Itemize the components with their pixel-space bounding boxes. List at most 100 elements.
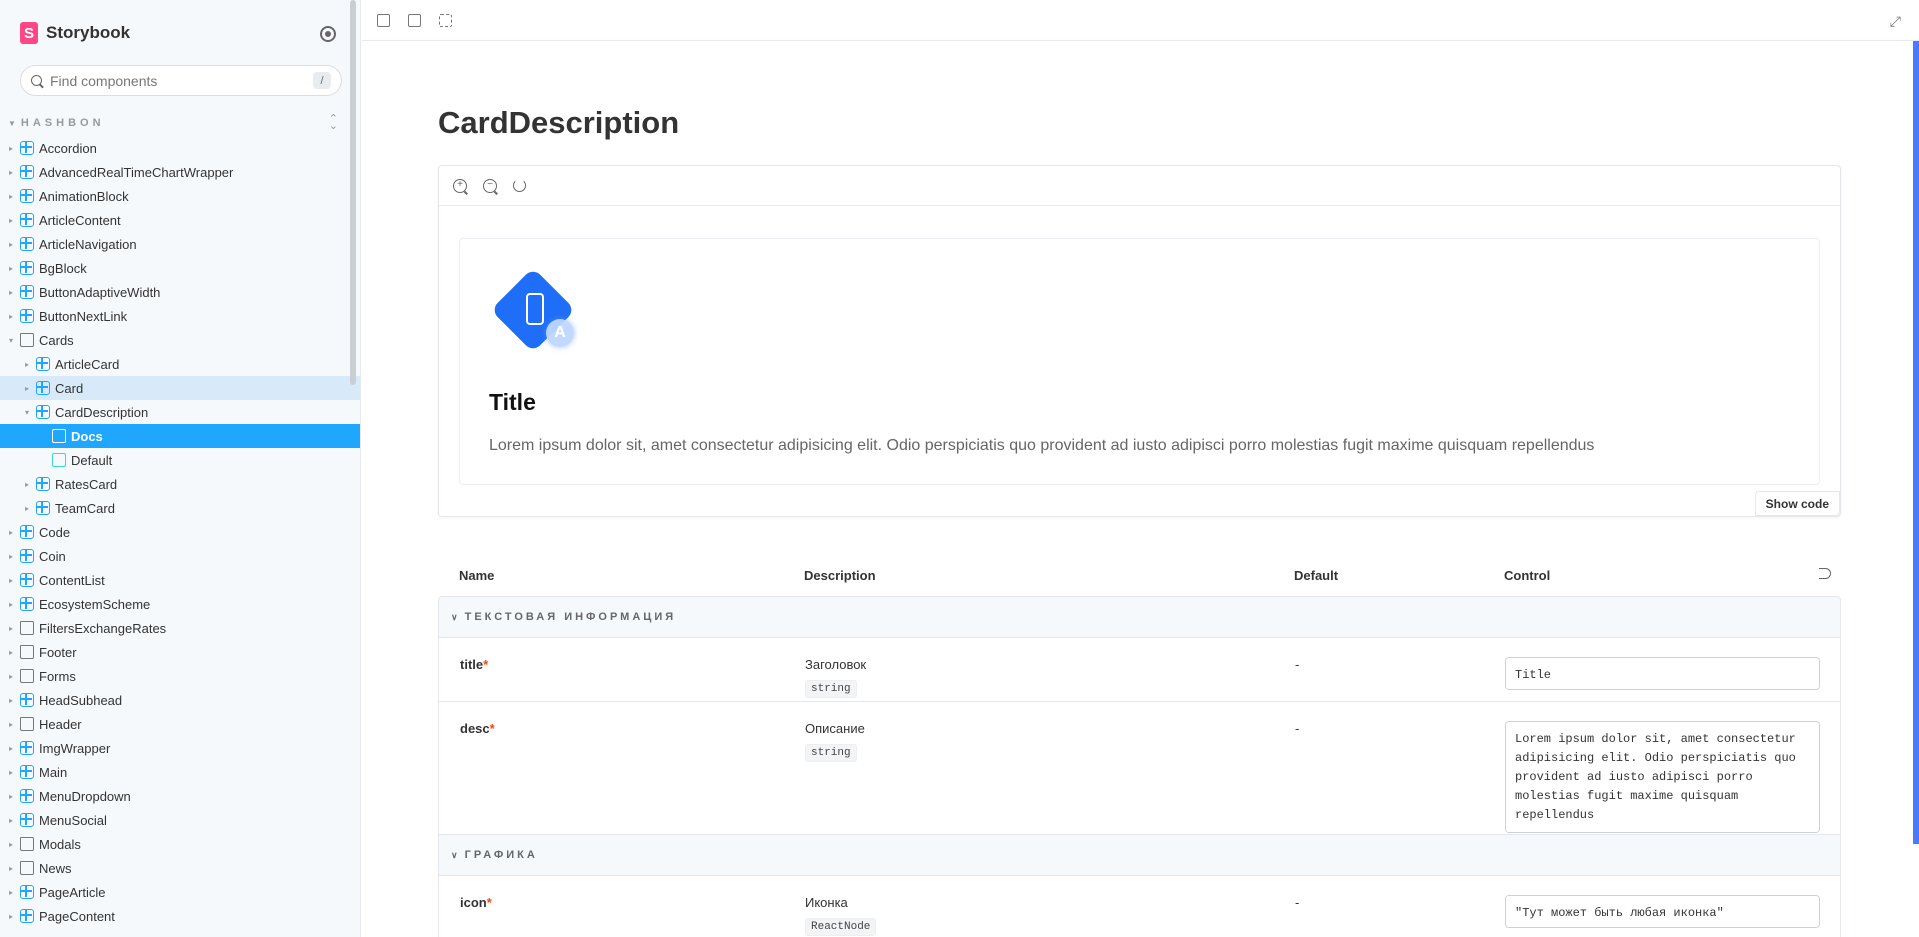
search-input[interactable] — [50, 72, 313, 89]
arg-name: icon* — [460, 895, 492, 910]
title-control-input[interactable]: Title — [1505, 657, 1820, 690]
sidebar-item-animationblock[interactable]: ▸ AnimationBlock — [0, 184, 360, 208]
outline-icon[interactable] — [439, 14, 452, 27]
sidebar-item-headsubhead[interactable]: ▸ HeadSubhead — [0, 688, 360, 712]
arg-desc-text: Описание — [805, 721, 865, 736]
sidebar-item-pagecontent[interactable]: ▸ PageContent — [0, 904, 360, 928]
arg-desc-text: Иконка — [805, 895, 848, 910]
sidebar-item-modals[interactable]: ▸ Modals — [0, 832, 360, 856]
sidebar-item-coin[interactable]: ▸ Coin — [0, 544, 360, 568]
sidebar-section-header[interactable]: ▼ HASHBON ⌃ ⌄ — [8, 114, 338, 132]
chevron-right-icon: ▸ — [8, 695, 13, 705]
sidebar-item-carddescription[interactable]: ▾ CardDescription — [0, 400, 360, 424]
brand-name: Storybook — [46, 23, 131, 42]
sidebar-item-label: FiltersExchangeRates — [39, 620, 167, 636]
zoom-out-icon[interactable]: − — [483, 178, 497, 193]
chevron-right-icon: ▸ — [8, 887, 13, 897]
sidebar-item-default[interactable]: Default — [0, 448, 360, 472]
sidebar-item-articlecontent[interactable]: ▸ ArticleContent — [0, 208, 360, 232]
arg-row-title: title* Заголовок string - Title — [439, 638, 1840, 702]
component-icon — [20, 693, 34, 707]
sidebar-item-accordion[interactable]: ▸ Accordion — [0, 136, 360, 160]
sidebar-item-card[interactable]: ▸ Card — [0, 376, 360, 400]
sidebar-item-menudropdown[interactable]: ▸ MenuDropdown — [0, 784, 360, 808]
sidebar-item-label: ButtonNextLink — [39, 308, 128, 324]
type-chip: string — [805, 744, 857, 762]
component-tree: ▸ Accordion ▸ AdvancedRealTimeChartWrapper ▸… — [0, 136, 360, 928]
sidebar-item-pagearticle[interactable]: ▸ PageArticle — [0, 880, 360, 904]
required-mark: * — [486, 895, 492, 910]
sidebar-item-filtersexchangerates[interactable]: ▸ FiltersExchangeRates — [0, 616, 360, 640]
sidebar-item-bgblock[interactable]: ▸ BgBlock — [0, 256, 360, 280]
reset-args-icon[interactable] — [1819, 568, 1831, 579]
chevron-right-icon: ▸ — [8, 527, 13, 537]
sidebar-item-cards[interactable]: ▾ Cards — [0, 328, 360, 352]
search-box: / — [20, 65, 342, 96]
sidebar-item-header[interactable]: ▸ Header — [0, 712, 360, 736]
type-chip: string — [805, 680, 857, 698]
sidebar-item-label: ContentList — [39, 572, 105, 588]
chevron-right-icon: ▸ — [8, 215, 13, 225]
sidebar-item-buttonadaptivewidth[interactable]: ▸ ButtonAdaptiveWidth — [0, 280, 360, 304]
icon-control-input[interactable]: "Тут может быть любая иконка" — [1505, 895, 1820, 928]
image-icon[interactable] — [377, 14, 390, 27]
component-icon — [20, 141, 34, 155]
sidebar-item-menusocial[interactable]: ▸ MenuSocial — [0, 808, 360, 832]
chevron-down-icon: ∨ — [451, 611, 458, 622]
component-icon — [20, 213, 34, 227]
col-default: Default — [1294, 568, 1339, 583]
zoom-in-icon[interactable]: + — [453, 178, 467, 193]
col-description: Description — [804, 568, 876, 583]
expand-collapse-all-icon[interactable]: ⌃ ⌄ — [329, 114, 338, 132]
sidebar-item-label: ButtonAdaptiveWidth — [39, 284, 161, 300]
settings-gear-icon[interactable] — [320, 26, 336, 42]
sidebar-item-code[interactable]: ▸ Code — [0, 520, 360, 544]
chevron-right-icon: ▸ — [8, 863, 13, 873]
chevron-right-icon: ▸ — [24, 503, 29, 513]
sidebar-item-label: RatesCard — [55, 476, 118, 492]
sidebar-item-news[interactable]: ▸ News — [0, 856, 360, 880]
arg-default: - — [1295, 721, 1300, 736]
desc-control-input[interactable]: Lorem ipsum dolor sit, amet consectetur … — [1505, 721, 1820, 833]
arg-desc-text: Заголовок — [805, 657, 867, 672]
chevron-right-icon: ▸ — [8, 239, 13, 249]
chevron-right-icon: ▸ — [8, 599, 13, 609]
sidebar-item-label: PageContent — [39, 908, 115, 924]
canvas-toolbar: + − — [439, 166, 1840, 206]
sidebar-item-imgwrapper[interactable]: ▸ ImgWrapper — [0, 736, 360, 760]
grid-icon[interactable] — [408, 14, 421, 27]
sidebar-item-label: PageArticle — [39, 884, 106, 900]
card-title: Title — [489, 389, 536, 415]
sidebar-item-articlenavigation[interactable]: ▸ ArticleNavigation — [0, 232, 360, 256]
chevron-right-icon: ▸ — [24, 359, 29, 369]
sidebar-scrollbar[interactable] — [350, 0, 356, 385]
sidebar-item-articlecard[interactable]: ▸ ArticleCard — [0, 352, 360, 376]
component-icon — [20, 189, 34, 203]
sidebar-item-label: ImgWrapper — [39, 740, 111, 756]
sidebar-item-advancedrealtimechartwrapper[interactable]: ▸ AdvancedRealTimeChartWrapper — [0, 160, 360, 184]
sidebar-item-buttonnextlink[interactable]: ▸ ButtonNextLink — [0, 304, 360, 328]
required-mark: * — [489, 721, 495, 736]
sidebar-item-main[interactable]: ▸ Main — [0, 760, 360, 784]
sidebar-item-label: Card — [55, 380, 84, 396]
fullscreen-icon[interactable]: ⤢ — [1890, 13, 1901, 30]
docs-scrollbar[interactable] — [1913, 41, 1919, 844]
sidebar-item-ratescard[interactable]: ▸ RatesCard — [0, 472, 360, 496]
storybook-brand[interactable]: S Storybook — [20, 22, 130, 44]
show-code-button[interactable]: Show code — [1754, 491, 1840, 516]
group-graphics[interactable]: ∨ ГРАФИКА — [439, 835, 1840, 876]
sidebar-item-docs[interactable]: Docs — [0, 424, 360, 448]
sidebar-item-contentlist[interactable]: ▸ ContentList — [0, 568, 360, 592]
group-text-info[interactable]: ∨ ТЕКСТОВАЯ ИНФОРМАЦИЯ — [439, 597, 1840, 638]
sidebar-item-footer[interactable]: ▸ Footer — [0, 640, 360, 664]
chevron-right-icon: ▸ — [8, 911, 13, 921]
sidebar-item-teamcard[interactable]: ▸ TeamCard — [0, 496, 360, 520]
folder-icon — [20, 645, 34, 659]
arg-name-text: desc — [460, 721, 490, 736]
sidebar-item-label: AnimationBlock — [39, 188, 129, 204]
component-icon — [36, 357, 50, 371]
zoom-reset-icon[interactable] — [513, 179, 526, 192]
sidebar-item-ecosystemscheme[interactable]: ▸ EcosystemScheme — [0, 592, 360, 616]
sidebar-item-forms[interactable]: ▸ Forms — [0, 664, 360, 688]
arg-name-text: title — [460, 657, 484, 672]
